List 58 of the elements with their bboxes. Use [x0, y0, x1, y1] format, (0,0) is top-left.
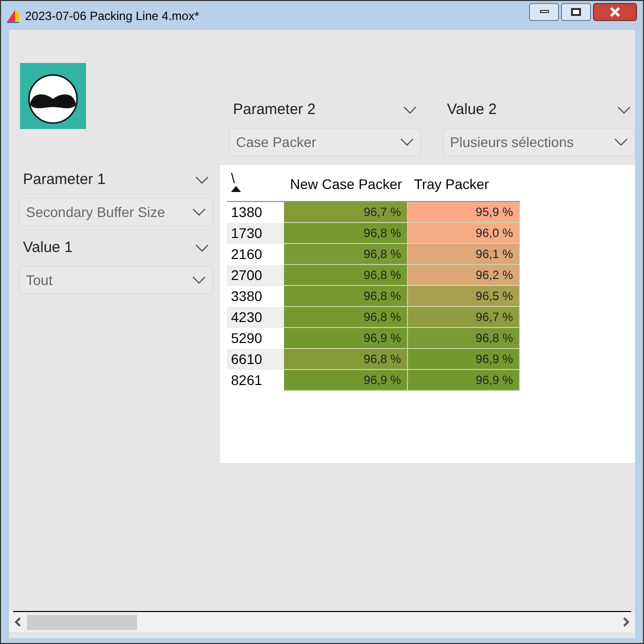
- filter-label: Value 1: [23, 238, 73, 258]
- dropdown[interactable]: Plusieurs sélections: [443, 128, 635, 156]
- sort-ascending-icon[interactable]: [231, 186, 241, 192]
- row-header: 5290: [230, 329, 264, 348]
- chevron-down-icon[interactable]: [403, 106, 417, 114]
- table-cell: 96,8 %: [284, 307, 408, 328]
- table-cell: 96,8 %: [284, 244, 408, 265]
- table-cell: 96,2 %: [408, 265, 520, 286]
- filter-label: Value 2: [447, 100, 497, 120]
- table-cell: 96,8 %: [284, 265, 408, 286]
- table-cell: 96,9 %: [284, 328, 408, 349]
- table-cell: 96,7 %: [408, 307, 520, 328]
- row-header: 8261: [230, 371, 264, 390]
- table-cell: 96,8 %: [408, 328, 520, 349]
- scroll-right-icon[interactable]: [621, 617, 631, 627]
- row-header: 3380: [230, 287, 264, 306]
- table-cell: 96,1 %: [408, 244, 520, 265]
- table-cell: 96,7 %: [284, 202, 408, 223]
- chevron-down-icon[interactable]: [617, 106, 631, 114]
- maximize-button[interactable]: [561, 2, 591, 20]
- table-cell: 95,9 %: [408, 202, 520, 223]
- table-cell: 96,9 %: [408, 370, 520, 391]
- row-header: 1380: [230, 203, 264, 222]
- dropdown[interactable]: Tout: [19, 266, 213, 294]
- chevron-down-icon[interactable]: [192, 208, 206, 216]
- scrollbar-thumb[interactable]: [27, 614, 137, 630]
- chevron-down-icon[interactable]: [195, 244, 209, 252]
- row-header: 2700: [230, 266, 264, 285]
- app-icon: [5, 8, 21, 24]
- table-cell: 96,0 %: [408, 223, 520, 244]
- table-cell: 96,9 %: [408, 349, 520, 370]
- table-cell: 96,5 %: [408, 286, 520, 307]
- table-cell: 96,8 %: [284, 223, 408, 244]
- mustache-icon: [20, 63, 86, 129]
- chevron-down-icon[interactable]: [400, 138, 414, 146]
- window-title: 2023-07-06 Packing Line 4.mox*: [25, 8, 200, 24]
- minimize-button[interactable]: [529, 2, 559, 20]
- dropdown[interactable]: Case Packer: [229, 128, 421, 156]
- filter-label: Parameter 1: [23, 170, 106, 190]
- close-button[interactable]: [593, 2, 637, 20]
- close-icon: [609, 6, 621, 16]
- table-cell: 96,8 %: [284, 349, 408, 370]
- dropdown[interactable]: Secondary Buffer Size: [19, 198, 213, 226]
- chevron-down-icon[interactable]: [614, 138, 628, 146]
- horizontal-scrollbar[interactable]: [9, 612, 635, 632]
- row-header: 1730: [230, 224, 264, 243]
- corner-header: \: [231, 170, 236, 186]
- table-cell: 96,8 %: [284, 286, 408, 307]
- column-header[interactable]: New Case Packer: [284, 170, 408, 201]
- row-header: 6610: [230, 350, 264, 369]
- chevron-down-icon[interactable]: [192, 276, 206, 284]
- chevron-down-icon[interactable]: [195, 176, 209, 184]
- column-header[interactable]: Tray Packer: [408, 170, 520, 201]
- row-header: 2160: [230, 245, 264, 264]
- scroll-left-icon[interactable]: [13, 617, 23, 627]
- table-cell: 96,9 %: [284, 370, 408, 391]
- filter-label: Parameter 2: [233, 100, 316, 120]
- row-header: 4230: [230, 308, 264, 327]
